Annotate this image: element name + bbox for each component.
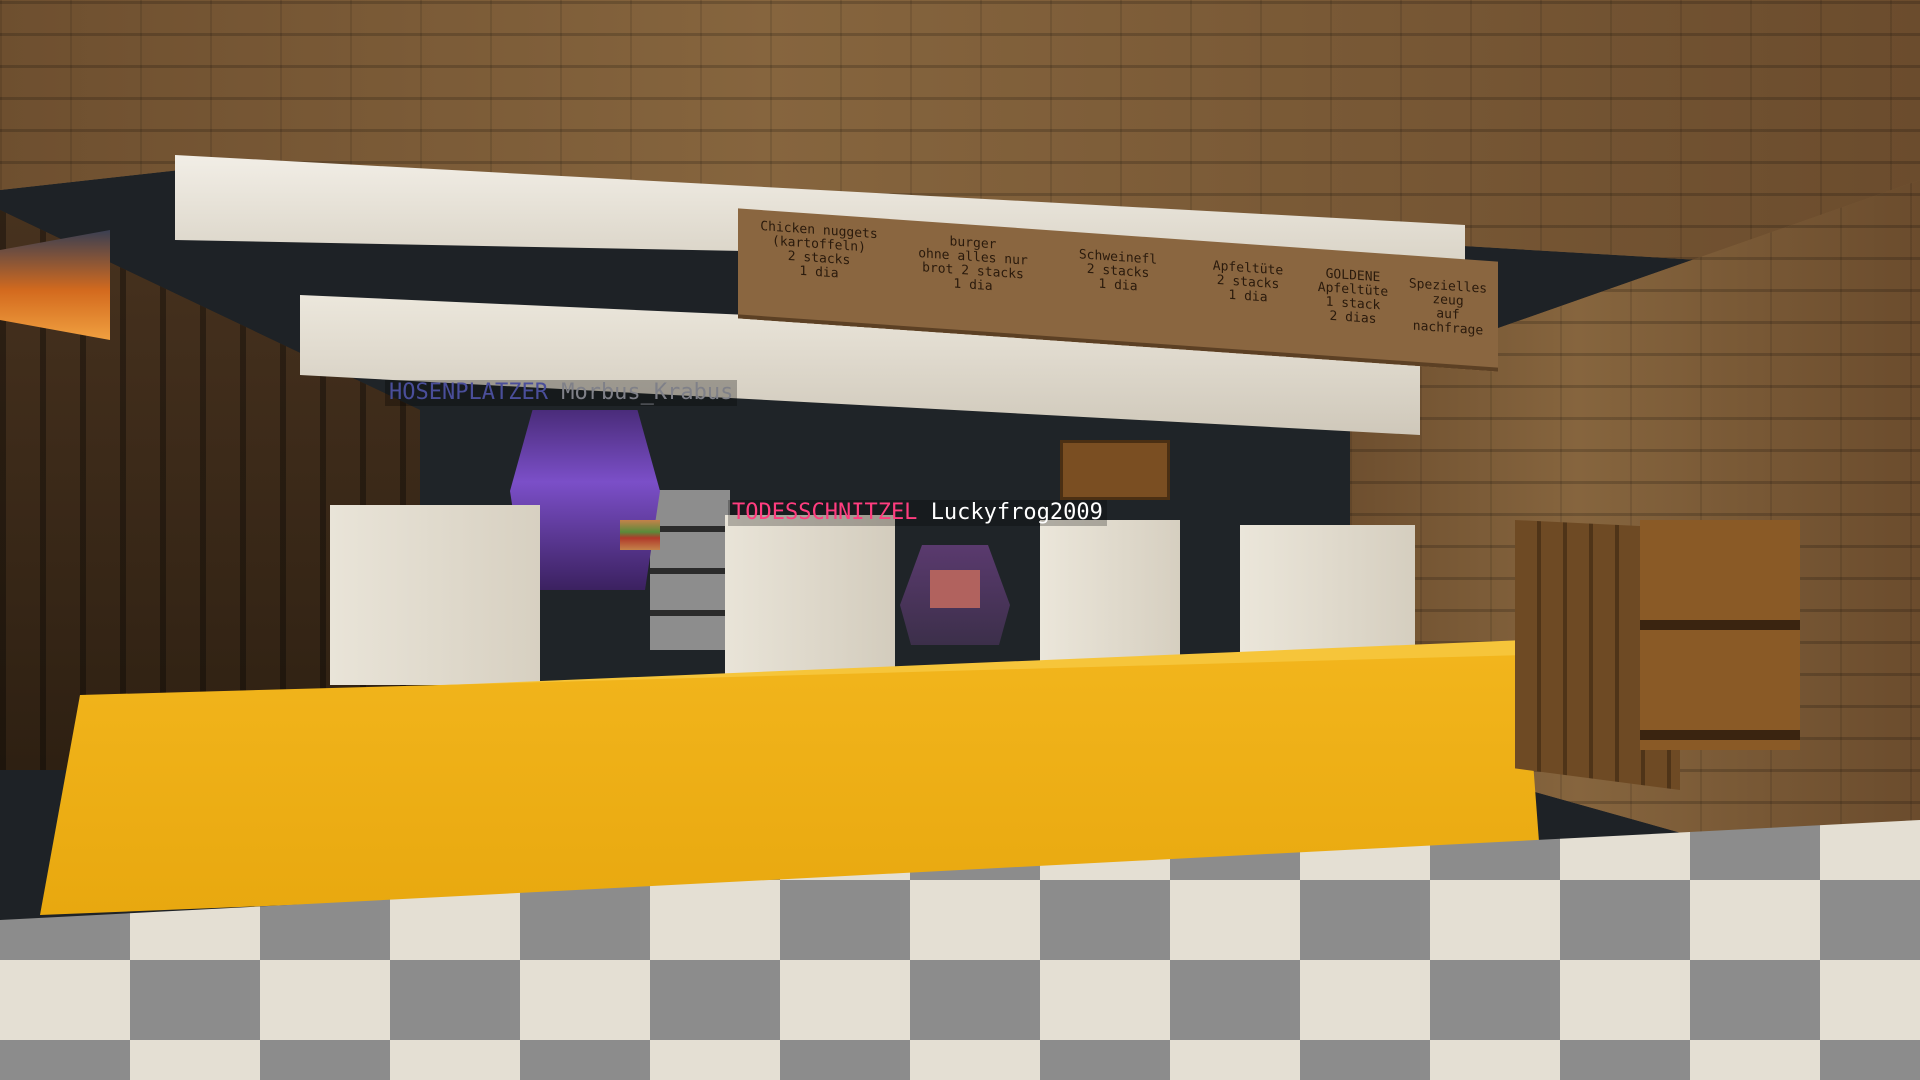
chest[interactable]: [1060, 440, 1170, 500]
game-viewport[interactable]: Chicken nuggets (kartoffeln) 2 stacks 1 …: [0, 0, 1920, 1080]
player-face: [930, 570, 980, 608]
furnace-stack: [650, 490, 730, 650]
menu-item: burger ohne alles nur brot 2 stacks 1 di…: [918, 234, 1028, 295]
menu-item: GOLDENE Apfeltüte 1 stack 2 dias: [1317, 266, 1389, 328]
chest[interactable]: [1640, 520, 1800, 750]
quartz-pillar: [1040, 520, 1180, 668]
team-prefix: HOSENPLATZER: [389, 380, 548, 405]
quartz-pillar: [330, 505, 540, 685]
player-nametag: TODESSCHNITZEL Luckyfrog2009: [728, 500, 1107, 526]
player-nametag: HOSENPLATZER Morbus_Krabus: [385, 380, 738, 406]
menu-item: Schweinefl 2 stacks 1 dia: [1078, 247, 1158, 295]
quartz-pillar: [1240, 525, 1415, 660]
quartz-pillar: [725, 515, 895, 680]
held-burger-icon: [620, 520, 660, 550]
menu-item: Chicken nuggets (kartoffeln) 2 stacks 1 …: [760, 218, 878, 282]
player-name: Morbus_Krabus: [561, 380, 734, 405]
menu-item: Spezielles zeug auf nachfrage: [1408, 276, 1488, 339]
menu-item: Apfeltüte 2 stacks 1 dia: [1212, 258, 1284, 306]
player-name: Luckyfrog2009: [930, 500, 1103, 525]
team-prefix: TODESSCHNITZEL: [732, 500, 918, 525]
